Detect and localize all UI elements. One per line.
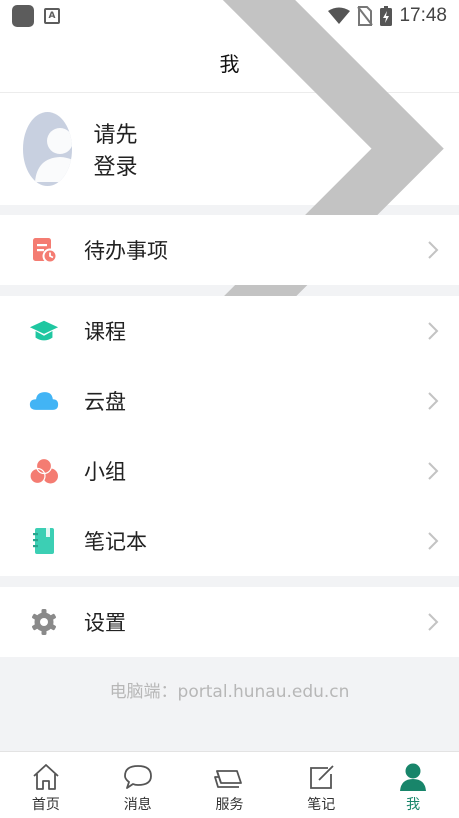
menu-item-cloud[interactable]: 云盘 <box>0 366 459 436</box>
chevron-right-icon <box>428 322 439 340</box>
desktop-portal-note: 电脑端：portal.hunau.edu.cn <box>109 682 350 702</box>
app-notification-icon <box>12 5 34 27</box>
tab-me[interactable]: 我 <box>367 752 459 818</box>
menu-label-settings: 设置 <box>84 611 126 635</box>
menu-label-todo: 待办事项 <box>84 239 168 263</box>
group-circles-icon <box>29 456 59 486</box>
menu-item-notebook[interactable]: 笔记本 <box>0 506 459 576</box>
menu-item-settings[interactable]: 设置 <box>0 587 459 657</box>
chevron-right-icon <box>428 241 439 259</box>
home-icon <box>30 762 62 792</box>
tab-label-home: 首页 <box>31 797 60 813</box>
gear-icon <box>29 607 59 637</box>
notebook-icon <box>29 526 59 556</box>
tab-home[interactable]: 首页 <box>0 752 92 818</box>
chevron-right-icon <box>428 613 439 631</box>
keyboard-notification-icon: A <box>44 8 60 24</box>
tab-label-messages: 消息 <box>123 797 152 813</box>
todo-icon <box>29 235 59 265</box>
todo-section: 待办事项 <box>0 215 459 285</box>
profile-section: 请先登录 <box>0 0 459 372</box>
tab-label-me: 我 <box>406 797 421 813</box>
tab-messages[interactable]: 消息 <box>92 752 184 818</box>
person-icon <box>397 762 429 792</box>
menu-label-notebook: 笔记本 <box>84 530 147 554</box>
cloud-icon <box>29 386 59 416</box>
menu-item-group[interactable]: 小组 <box>0 436 459 506</box>
menu-label-group: 小组 <box>84 460 126 484</box>
chevron-right-icon <box>428 532 439 550</box>
avatar <box>23 112 73 186</box>
menu-label-cloud: 云盘 <box>84 390 126 414</box>
login-prompt: 请先登录 <box>93 123 138 180</box>
chevron-right-icon <box>428 392 439 410</box>
message-icon <box>122 762 154 792</box>
settings-section: 设置 <box>0 587 459 657</box>
bottom-tab-bar: 首页 消息 服务 笔记 我 <box>0 751 459 818</box>
tab-notes[interactable]: 笔记 <box>275 752 367 818</box>
graduation-cap-icon <box>29 316 59 346</box>
menu-item-todo[interactable]: 待办事项 <box>0 215 459 285</box>
note-icon <box>305 762 337 792</box>
menu-label-course: 课程 <box>84 320 126 344</box>
menu-item-course[interactable]: 课程 <box>0 296 459 366</box>
service-icon <box>213 762 245 792</box>
tab-services[interactable]: 服务 <box>184 752 276 818</box>
chevron-right-icon <box>428 462 439 480</box>
apps-section: 课程 云盘 小组 笔记本 <box>0 296 459 576</box>
tab-label-services: 服务 <box>215 797 244 813</box>
tab-label-notes: 笔记 <box>307 797 336 813</box>
login-row[interactable]: 请先登录 <box>0 0 459 372</box>
